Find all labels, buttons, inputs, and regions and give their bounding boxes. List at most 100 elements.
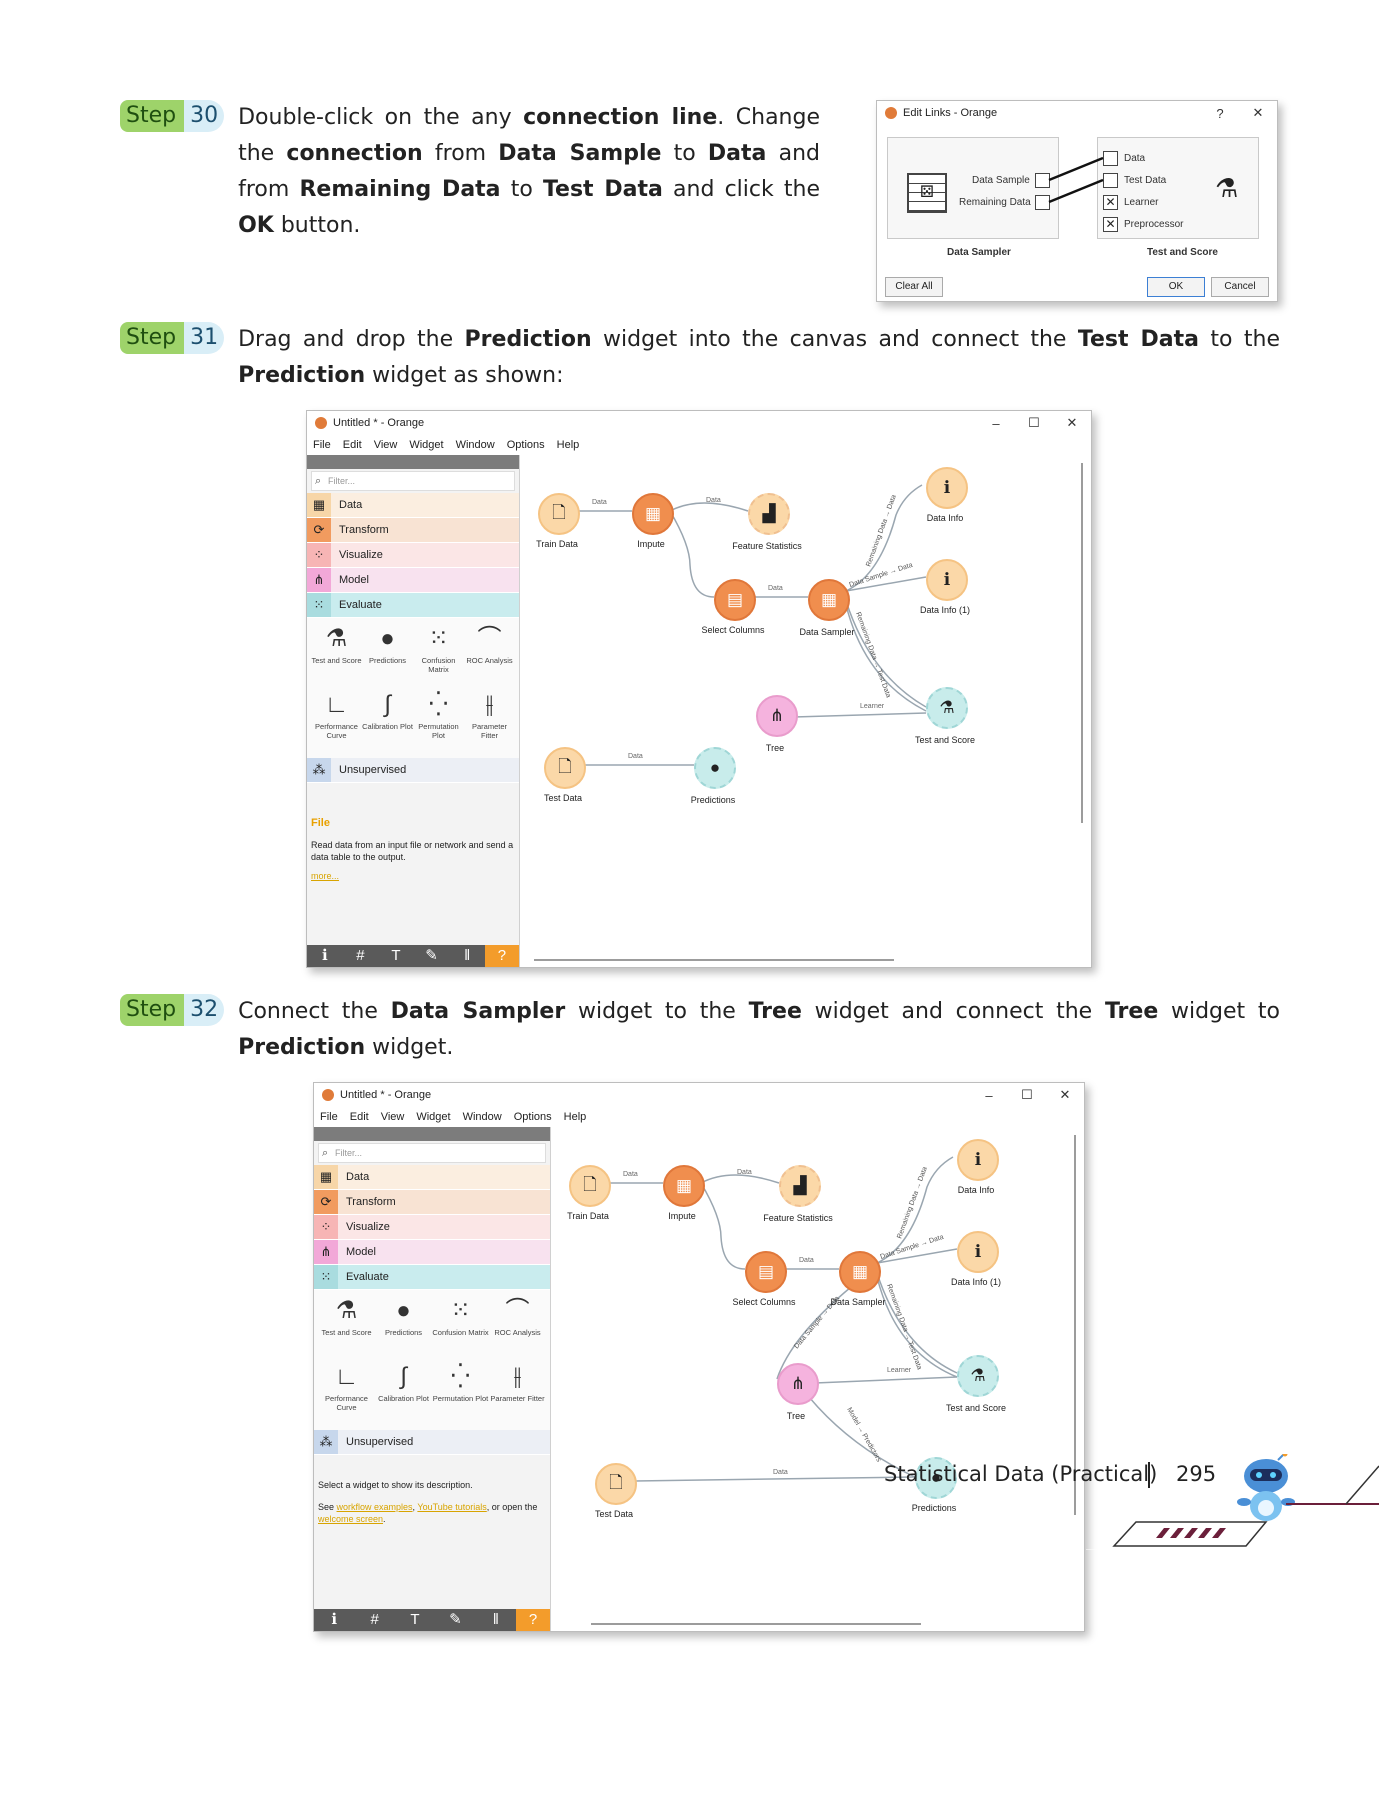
node-test-and-score[interactable]: ⚗	[926, 687, 968, 729]
tool-performance-curve[interactable]: ∟ Performance Curve	[311, 688, 362, 754]
tool-test-and-score[interactable]: ⚗ Test and Score	[318, 1294, 375, 1360]
menu-widget[interactable]: Widget	[416, 1111, 450, 1123]
node-select-columns[interactable]: ▤	[745, 1251, 787, 1293]
tool-test-and-score[interactable]: ⚗ Test and Score	[311, 622, 362, 688]
ok-button[interactable]: OK	[1147, 277, 1205, 297]
filter-input[interactable]: Filter...	[318, 1143, 546, 1163]
more-link[interactable]: more...	[311, 871, 515, 881]
help-icon[interactable]: ?	[516, 1609, 551, 1631]
cancel-button[interactable]: Cancel	[1211, 277, 1269, 297]
node-select-columns[interactable]: ▤	[714, 579, 756, 621]
category-data[interactable]: ▦ Data	[314, 1165, 550, 1190]
close-button[interactable]: ✕	[1053, 415, 1091, 431]
close-button[interactable]: ✕	[1046, 1087, 1084, 1103]
label-impute: Impute	[637, 539, 665, 549]
category-model[interactable]: ⋔ Model	[307, 568, 519, 593]
tool-permutation-plot[interactable]: ⁛ Permutation Plot	[413, 688, 464, 754]
category-model[interactable]: ⋔ Model	[314, 1240, 550, 1265]
tool-performance-curve[interactable]: ∟ Performance Curve	[318, 1360, 375, 1426]
tool-roc-analysis[interactable]: ⌒ ROC Analysis	[489, 1294, 546, 1360]
workflow-canvas[interactable]: Remaining Data → Data Data Sample → Data…	[551, 1127, 1084, 1631]
category-transform[interactable]: ⟳ Transform	[307, 518, 519, 543]
category-evaluate[interactable]: ⁙ Evaluate	[314, 1265, 550, 1290]
minimize-button[interactable]: –	[977, 416, 1015, 431]
menu-edit[interactable]: Edit	[343, 439, 362, 451]
text-icon[interactable]: T	[378, 945, 414, 967]
category-evaluate[interactable]: ⁙ Evaluate	[307, 593, 519, 618]
grid-icon[interactable]: #	[343, 945, 379, 967]
horizontal-scrollbar[interactable]	[591, 1623, 921, 1625]
matrix-icon: ⁙	[428, 625, 449, 652]
node-impute[interactable]: ▦	[632, 493, 674, 535]
step-instruction: Connect the Data Sampler widget to the T…	[238, 999, 1281, 1060]
tool-parameter-fitter[interactable]: ⫲ Parameter Fitter	[464, 688, 515, 754]
tool-predictions[interactable]: ● Predictions	[362, 622, 413, 688]
scatter-icon: ⁘	[314, 1215, 338, 1239]
info-icon[interactable]: ℹ	[314, 1609, 354, 1631]
menu-file[interactable]: File	[313, 439, 331, 451]
category-visualize[interactable]: ⁘ Visualize	[307, 543, 519, 568]
tool-permutation-plot[interactable]: ⁛ Permutation Plot	[432, 1360, 489, 1426]
node-data-info-1[interactable]: ℹ	[926, 559, 968, 601]
menu-view[interactable]: View	[374, 439, 398, 451]
category-visualize[interactable]: ⁘ Visualize	[314, 1215, 550, 1240]
node-data-info[interactable]: ℹ	[926, 467, 968, 509]
horizontal-scrollbar[interactable]	[534, 959, 894, 961]
category-data[interactable]: ▦ Data	[307, 493, 519, 518]
table-icon: ▦	[314, 1165, 338, 1189]
maximize-button[interactable]: ☐	[1008, 1087, 1046, 1103]
node-data-info-1[interactable]: ℹ	[957, 1231, 999, 1273]
menu-help[interactable]: Help	[564, 1111, 587, 1123]
menu-file[interactable]: File	[320, 1111, 338, 1123]
tool-calibration-plot[interactable]: ∫ Calibration Plot	[375, 1360, 432, 1426]
sidebar-toolbar: ℹ # T ✎ ‖ ?	[307, 945, 519, 967]
description-text: Read data from an input file or network …	[311, 840, 514, 862]
tool-confusion-matrix[interactable]: ⁙ Confusion Matrix	[432, 1294, 489, 1360]
pen-icon[interactable]: ✎	[414, 945, 450, 967]
clear-all-button[interactable]: Clear All	[885, 277, 943, 297]
node-predictions[interactable]: ●	[694, 747, 736, 789]
tool-roc-analysis[interactable]: ⌒ ROC Analysis	[464, 622, 515, 688]
menu-help[interactable]: Help	[557, 439, 580, 451]
menu-view[interactable]: View	[381, 1111, 405, 1123]
text-icon[interactable]: T	[395, 1609, 435, 1631]
maximize-button[interactable]: ☐	[1015, 415, 1053, 431]
tool-predictions[interactable]: ● Predictions	[375, 1294, 432, 1360]
node-impute[interactable]: ▦	[663, 1165, 705, 1207]
tool-calibration-plot[interactable]: ∫ Calibration Plot	[362, 688, 413, 754]
label-feature-statistics: Feature Statistics	[763, 1213, 833, 1223]
category-transform[interactable]: ⟳ Transform	[314, 1190, 550, 1215]
node-train-data[interactable]: 🗋	[569, 1165, 611, 1207]
node-test-and-score[interactable]: ⚗	[957, 1355, 999, 1397]
node-feature-statistics[interactable]: ▟	[748, 493, 790, 535]
node-feature-statistics[interactable]: ▟	[779, 1165, 821, 1207]
menu-window[interactable]: Window	[463, 1111, 502, 1123]
grid-icon[interactable]: #	[354, 1609, 394, 1631]
menu-options[interactable]: Options	[514, 1111, 552, 1123]
tool-parameter-fitter[interactable]: ⫲ Parameter Fitter	[489, 1360, 546, 1426]
pause-icon[interactable]: ‖	[476, 1609, 516, 1631]
filter-input[interactable]: Filter...	[311, 471, 515, 491]
pause-icon[interactable]: ‖	[449, 945, 485, 967]
node-test-data[interactable]: 🗋	[544, 747, 586, 789]
node-data-info[interactable]: ℹ	[957, 1139, 999, 1181]
category-unsupervised[interactable]: ⁂ Unsupervised	[307, 758, 519, 783]
workflow-canvas[interactable]: Remaining Data → Data Data Sample → Data…	[520, 455, 1091, 967]
vertical-scrollbar[interactable]	[1081, 463, 1083, 823]
tool-confusion-matrix[interactable]: ⁙ Confusion Matrix	[413, 622, 464, 688]
node-tree[interactable]: ⋔	[756, 695, 798, 737]
node-train-data[interactable]: 🗋	[538, 493, 580, 535]
info-icon[interactable]: ℹ	[307, 945, 343, 967]
pen-icon[interactable]: ✎	[435, 1609, 475, 1631]
sliders-icon: ⫲	[513, 1363, 522, 1390]
description-title: File	[311, 817, 330, 829]
help-icon[interactable]: ?	[484, 945, 519, 967]
menu-options[interactable]: Options	[507, 439, 545, 451]
menu-window[interactable]: Window	[456, 439, 495, 451]
minimize-button[interactable]: –	[970, 1088, 1008, 1103]
menu-edit[interactable]: Edit	[350, 1111, 369, 1123]
menu-widget[interactable]: Widget	[409, 439, 443, 451]
node-data-sampler[interactable]: ▦	[839, 1251, 881, 1293]
node-data-sampler[interactable]: ▦	[808, 579, 850, 621]
node-tree[interactable]: ⋔	[777, 1363, 819, 1405]
